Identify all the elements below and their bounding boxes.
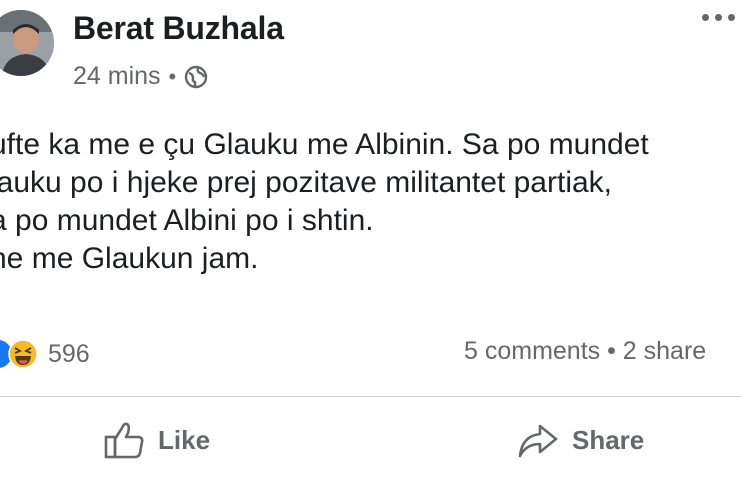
- engagement-summary[interactable]: 5 comments • 2 share: [464, 337, 706, 366]
- post-timestamp[interactable]: 24 mins: [73, 62, 161, 91]
- like-button[interactable]: Like: [104, 420, 210, 460]
- share-button[interactable]: Share: [516, 420, 644, 460]
- post-line: ufte ka me e çu Glauku me Albinin. Sa po…: [0, 128, 649, 161]
- more-options-icon[interactable]: [702, 14, 735, 21]
- share-label: Share: [572, 424, 645, 455]
- reaction-count: 596: [48, 339, 90, 368]
- reactions-summary[interactable]: 596: [0, 338, 90, 370]
- share-arrow-icon: [516, 420, 560, 460]
- post-author-name[interactable]: Berat Buzhala: [73, 10, 284, 47]
- like-label: Like: [158, 424, 211, 455]
- haha-reaction-icon: [8, 339, 38, 369]
- post-line: ne me Glaukun jam.: [0, 242, 259, 275]
- divider: [0, 396, 741, 397]
- post-meta: 24 mins •: [73, 62, 208, 91]
- post-line: a po mundet Albini po i shtin.: [0, 204, 374, 237]
- globe-icon[interactable]: [184, 65, 208, 89]
- post-line: lauku po i hjeke prej pozitave militante…: [0, 166, 613, 199]
- post-body: ufte ka me e çu Glauku me Albinin. Sa po…: [0, 126, 649, 278]
- author-avatar[interactable]: [0, 10, 54, 76]
- thumbs-up-icon: [104, 420, 146, 460]
- meta-separator: •: [168, 63, 177, 89]
